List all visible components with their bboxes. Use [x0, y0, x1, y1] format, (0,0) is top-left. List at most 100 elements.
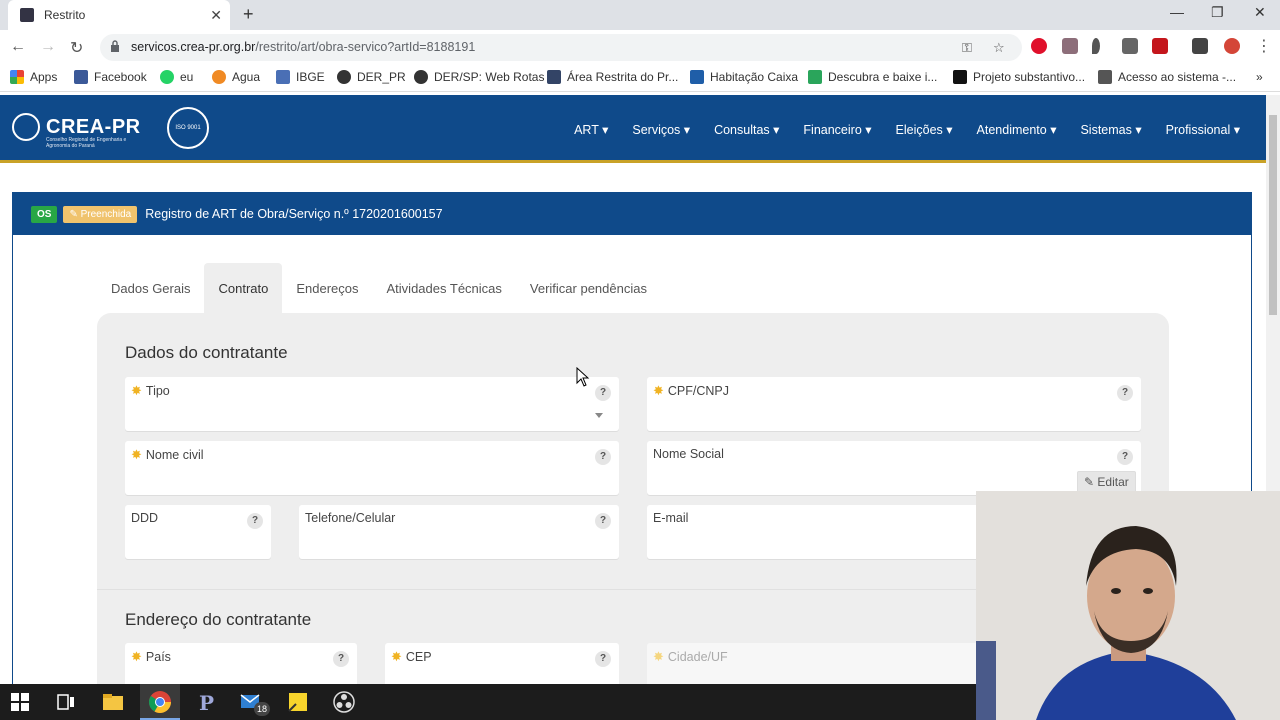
- scrollbar-thumb[interactable]: [1269, 115, 1277, 315]
- browser-tab[interactable]: Restrito ✕: [8, 0, 230, 30]
- help-icon[interactable]: ?: [595, 513, 611, 529]
- bookmark-projeto[interactable]: Projeto substantivo...: [953, 70, 1085, 84]
- bookmark-ibge[interactable]: IBGE: [276, 70, 325, 84]
- required-icon: ✸: [653, 383, 664, 398]
- tab-atividades-tecnicas[interactable]: Atividades Técnicas: [373, 263, 516, 313]
- help-icon[interactable]: ?: [1117, 449, 1133, 465]
- tipo-label: ✸ Tipo: [131, 383, 170, 398]
- tab-contrato[interactable]: Contrato: [204, 263, 283, 313]
- tipo-select[interactable]: ✸ Tipo ?: [125, 377, 619, 431]
- nav-financeiro[interactable]: Financeiro ▾: [803, 122, 871, 137]
- file-explorer-icon[interactable]: [101, 690, 125, 714]
- more-bookmarks-icon[interactable]: »: [1256, 70, 1263, 84]
- iso-seal: ISO 9001: [167, 107, 209, 149]
- site-header: CREA-PR Conselho Regional de Engenharia …: [0, 95, 1266, 163]
- reload-icon[interactable]: ↻: [70, 38, 83, 58]
- ddd-field[interactable]: DDD ?: [125, 505, 271, 559]
- tab-verificar-pendencias[interactable]: Verificar pendências: [516, 263, 661, 313]
- nav-eleicoes[interactable]: Eleições ▾: [896, 122, 953, 137]
- back-icon[interactable]: ←: [10, 38, 26, 56]
- nav-servicos[interactable]: Serviços ▾: [632, 122, 690, 137]
- obs-studio-icon[interactable]: [332, 690, 356, 714]
- nav-art[interactable]: ART ▾: [574, 122, 608, 137]
- crea-seal-icon: [12, 113, 40, 141]
- globe-icon: [414, 70, 428, 84]
- windows-start-icon[interactable]: [8, 690, 32, 714]
- bookmark-apps[interactable]: Apps: [10, 70, 57, 84]
- editar-button[interactable]: ✎ Editar: [1077, 471, 1136, 493]
- signal-extension-icon[interactable]: [1122, 38, 1138, 54]
- telefone-field[interactable]: Telefone/Celular ?: [299, 505, 619, 559]
- key-icon[interactable]: ⚿: [962, 40, 972, 56]
- windows-taskbar: P 18: [0, 684, 976, 720]
- pin-extension-icon[interactable]: [1092, 38, 1100, 54]
- bookmark-agua[interactable]: Agua: [212, 70, 260, 84]
- papyrus-app-icon[interactable]: P: [194, 690, 218, 714]
- required-icon: ✸: [391, 649, 402, 664]
- cpf-label: ✸ CPF/CNPJ: [653, 383, 730, 398]
- dots-icon: [953, 70, 967, 84]
- bookmark-eu[interactable]: eu: [160, 70, 193, 84]
- bookmark-area-restrita[interactable]: Área Restrita do Pr...: [547, 70, 678, 84]
- forward-icon[interactable]: →: [40, 38, 56, 56]
- cpf-cnpj-field[interactable]: ✸ CPF/CNPJ ?: [647, 377, 1141, 431]
- nome-social-field[interactable]: Nome Social ? ✎ Editar: [647, 441, 1141, 495]
- bookmark-der-sp[interactable]: DER/SP: Web Rotas: [414, 70, 544, 84]
- px-icon: [808, 70, 822, 84]
- browser-toolbar: ← → ↻ servicos.crea-pr.org.br/restrito/a…: [0, 30, 1280, 64]
- nav-profissional[interactable]: Profissional ▾: [1166, 122, 1240, 137]
- bookmark-der-pr[interactable]: DER_PR: [337, 70, 406, 84]
- logo-text: CREA-PR: [46, 115, 141, 138]
- help-icon[interactable]: ?: [595, 449, 611, 465]
- apps-grid-icon: [10, 70, 24, 84]
- required-icon: ✸: [131, 447, 142, 462]
- tab-enderecos[interactable]: Endereços: [282, 263, 372, 313]
- extension-icon[interactable]: [1062, 38, 1078, 54]
- address-bar[interactable]: servicos.crea-pr.org.br/restrito/art/obr…: [100, 34, 1022, 61]
- status-badge: ✎ Preenchida: [63, 205, 138, 223]
- bookmark-acesso[interactable]: Acesso ao sistema -...: [1098, 70, 1236, 84]
- tab-dados-gerais[interactable]: Dados Gerais: [97, 263, 204, 313]
- bookmark-descubra[interactable]: Descubra e baixe i...: [808, 70, 937, 84]
- crea-logo[interactable]: CREA-PR Conselho Regional de Engenharia …: [12, 113, 141, 149]
- caixa-icon: [690, 70, 704, 84]
- help-icon[interactable]: ?: [247, 513, 263, 529]
- bookmark-habitacao-caixa[interactable]: Habitação Caixa: [690, 70, 798, 84]
- task-view-icon[interactable]: [54, 690, 78, 714]
- mouse-cursor-icon: [576, 367, 590, 387]
- minimize-icon[interactable]: —: [1170, 4, 1184, 20]
- media-extension-icon[interactable]: [1192, 38, 1208, 54]
- window-close-icon[interactable]: ✕: [1254, 4, 1266, 21]
- webcam-overlay: [976, 491, 1280, 720]
- new-tab-icon[interactable]: +: [243, 4, 254, 25]
- main-nav: ART ▾ Serviços ▾ Consultas ▾ Financeiro …: [574, 122, 1240, 137]
- system-icon: [1098, 70, 1112, 84]
- ibge-icon: [276, 70, 290, 84]
- required-icon: ✸: [653, 649, 664, 664]
- pdf-extension-icon[interactable]: [1152, 38, 1168, 54]
- nome-civil-field[interactable]: ✸ Nome civil ?: [125, 441, 619, 495]
- panel-header: OS ✎ Preenchida Registro de ART de Obra/…: [13, 193, 1251, 235]
- nome-civil-label: ✸ Nome civil: [131, 447, 204, 462]
- restore-icon[interactable]: ❐: [1211, 4, 1224, 21]
- required-icon: ✸: [131, 383, 142, 398]
- profile-avatar-icon[interactable]: [1224, 38, 1240, 54]
- chrome-icon[interactable]: [148, 690, 172, 714]
- chrome-menu-icon[interactable]: ⋮: [1256, 36, 1272, 56]
- help-icon[interactable]: ?: [595, 385, 611, 401]
- type-badge: OS: [31, 205, 58, 223]
- nav-consultas[interactable]: Consultas ▾: [714, 122, 779, 137]
- url-text: servicos.crea-pr.org.br/restrito/art/obr…: [131, 40, 476, 54]
- close-tab-icon[interactable]: ✕: [210, 7, 222, 24]
- opera-extension-icon[interactable]: [1031, 38, 1047, 54]
- section-title-endereco: Endereço do contratante: [125, 610, 312, 629]
- nav-atendimento[interactable]: Atendimento ▾: [977, 122, 1057, 137]
- help-icon[interactable]: ?: [1117, 385, 1133, 401]
- sticky-notes-icon[interactable]: [286, 690, 310, 714]
- help-icon[interactable]: ?: [333, 651, 349, 667]
- nav-sistemas[interactable]: Sistemas ▾: [1080, 122, 1141, 137]
- help-icon[interactable]: ?: [595, 651, 611, 667]
- bookmark-facebook[interactable]: Facebook: [74, 70, 147, 84]
- facebook-icon: [74, 70, 88, 84]
- bookmark-star-icon[interactable]: ☆: [993, 40, 1005, 56]
